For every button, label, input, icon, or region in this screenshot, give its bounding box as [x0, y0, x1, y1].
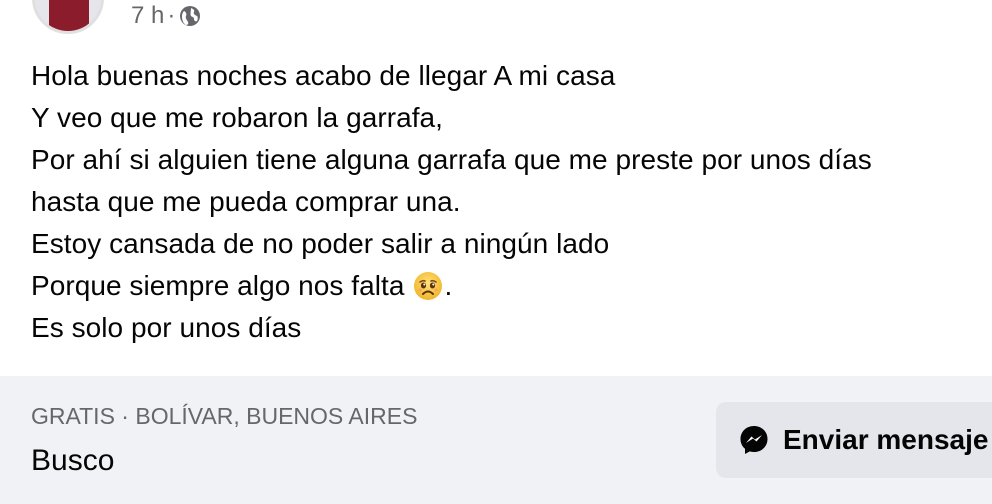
- post-text: Porque siempre algo nos falta: [31, 270, 405, 301]
- globe-icon[interactable]: [179, 5, 201, 27]
- post-text-line: Y veo que me robaron la garrafa,: [31, 102, 444, 133]
- post-time[interactable]: 7 h: [131, 2, 164, 30]
- avatar-image: [49, 0, 89, 31]
- listing-meta: GRATIS · BOLÍVAR, BUENOS AIRES: [31, 403, 418, 429]
- messenger-icon: [738, 424, 770, 456]
- post-text-line: Hola buenas noches acabo de llegar A mi …: [31, 60, 616, 91]
- post-text-trailing: .: [444, 270, 453, 301]
- post-body: Hola buenas noches acabo de llegar A mi …: [31, 55, 991, 349]
- post-text-line: Por ahí si alguien tiene alguna garrafa …: [31, 144, 872, 175]
- sad-face-emoji-icon: [412, 270, 444, 302]
- meta-separator: ·: [167, 2, 176, 29]
- send-message-label: Enviar mensaje: [783, 424, 989, 455]
- post-text-line: hasta que me pueda comprar una.: [31, 186, 461, 217]
- post-text-line: Es solo por unos días: [31, 312, 302, 343]
- send-message-button[interactable]: Enviar mensaje: [716, 402, 992, 478]
- avatar[interactable]: [32, 0, 104, 34]
- listing-footer: GRATIS · BOLÍVAR, BUENOS AIRES Busco Env…: [0, 376, 992, 504]
- post-meta: 7 h ·: [131, 2, 201, 30]
- listing-title[interactable]: Busco: [31, 444, 114, 478]
- post-text-line: Estoy cansada de no poder salir a ningún…: [31, 228, 610, 259]
- post-header: 7 h ·: [0, 0, 992, 40]
- post-text-line-with-emoji: Porque siempre algo nos falta .: [31, 265, 991, 307]
